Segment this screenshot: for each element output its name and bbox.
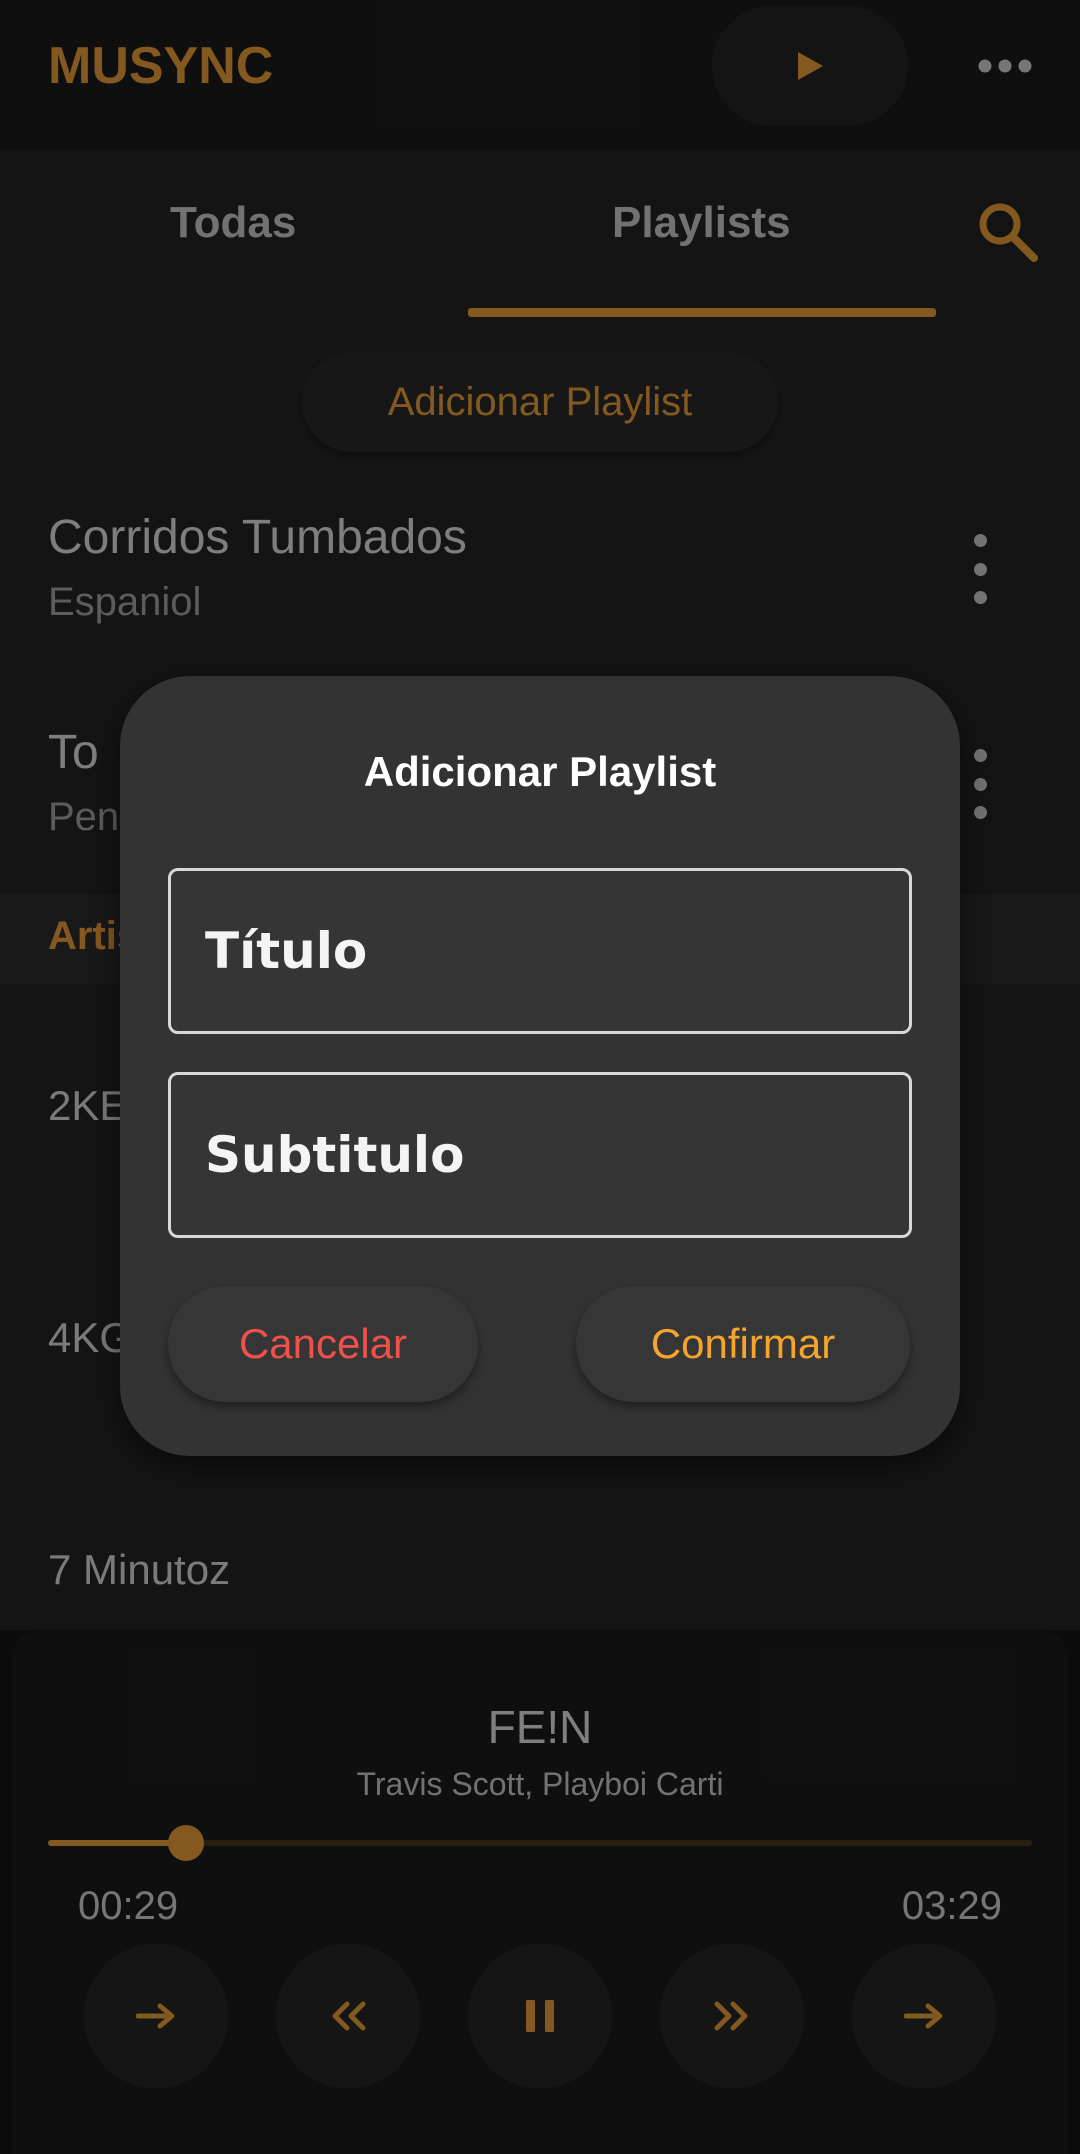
subtitle-field: [168, 1072, 912, 1238]
dialog-title: Adicionar Playlist: [363, 748, 717, 795]
cancel-button[interactable]: Cancelar: [168, 1286, 478, 1402]
title-field: [168, 868, 912, 1034]
confirm-button[interactable]: Confirmar: [576, 1286, 910, 1402]
subtitle-input[interactable]: [171, 1075, 909, 1235]
title-input[interactable]: [171, 871, 909, 1031]
add-playlist-dialog: Adicionar Playlist Cancelar Confirmar: [120, 676, 960, 1456]
